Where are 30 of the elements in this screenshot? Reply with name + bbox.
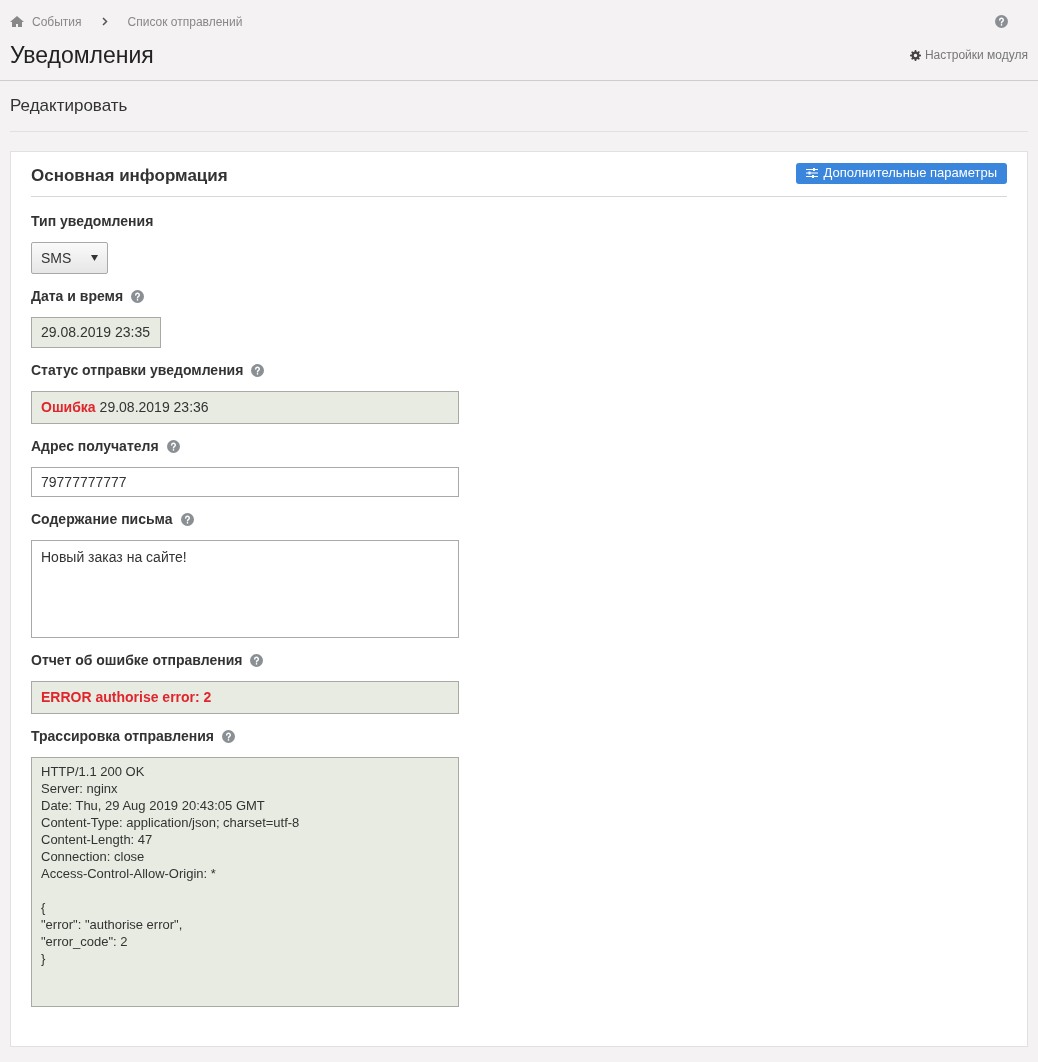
field-label: Дата и время	[31, 287, 124, 306]
field-label: Содержание письма	[31, 510, 173, 529]
field-label: Адрес получателя	[31, 437, 159, 456]
type-select[interactable]: SMS	[31, 242, 108, 274]
help-icon[interactable]	[180, 513, 194, 526]
section-title: Редактировать	[10, 95, 128, 118]
help-icon[interactable]	[251, 364, 265, 377]
help-icon[interactable]	[995, 15, 1008, 28]
chevron-icon	[101, 17, 108, 26]
date-field[interactable]: 29.08.2019 23:35	[31, 317, 161, 348]
field-label: Трассировка отправления	[31, 727, 214, 746]
gear-icon	[909, 49, 921, 61]
recipient-field[interactable]: 79777777777	[31, 467, 459, 497]
field-label: Отчет об ошибке отправления	[31, 651, 243, 670]
extra-params-button[interactable]: Дополнительные параметры	[796, 162, 1007, 184]
error-report-field[interactable]: ERROR authorise error: 2	[31, 681, 459, 714]
page-title: Уведомления	[10, 41, 154, 70]
module-settings-link[interactable]: Настройки модуля	[909, 46, 1028, 65]
help-icon[interactable]	[131, 290, 145, 303]
help-icon[interactable]	[166, 440, 180, 453]
trace-field[interactable]: HTTP/1.1 200 OK Server: nginx Date: Thu, 29 Aug 2019 20:43:05 GMT Content-Type: application/json; charset=utf-8 Content-Length: 47 Connection: close Access-Control-Allow-Origin: * { "error": "authorise error", "error_code": 2 }	[31, 757, 459, 1007]
status-field[interactable]: Ошибка 29.08.2019 23:36	[31, 391, 459, 424]
help-icon[interactable]	[250, 654, 264, 667]
sliders-icon	[806, 168, 819, 178]
help-icon[interactable]	[221, 730, 235, 743]
caret-icon	[91, 255, 98, 261]
field-label: Тип уведомления	[31, 212, 154, 231]
message-field[interactable]: Новый заказ на сайте!	[31, 540, 459, 638]
field-label: Статус отправки уведомления	[31, 361, 244, 380]
card-title: Основная информация	[31, 165, 228, 188]
